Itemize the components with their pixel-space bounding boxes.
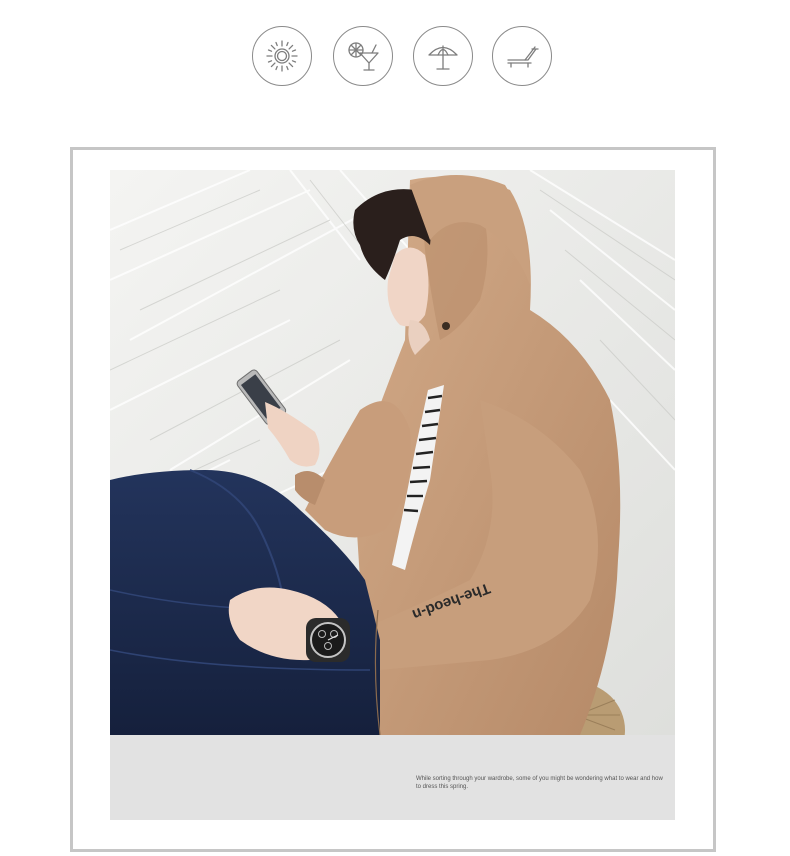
sun-lounger-icon [492,26,552,86]
feature-icon-row [252,26,552,90]
photo-illustration: The-heod-n [110,170,675,735]
model-photo: The-heod-n [110,170,675,735]
caption-box: While sorting through your wardrobe, som… [110,735,675,820]
cocktail-icon [333,26,393,86]
caption-text: While sorting through your wardrobe, som… [416,776,663,790]
beach-umbrella-icon [413,26,473,86]
sun-icon [252,26,312,86]
